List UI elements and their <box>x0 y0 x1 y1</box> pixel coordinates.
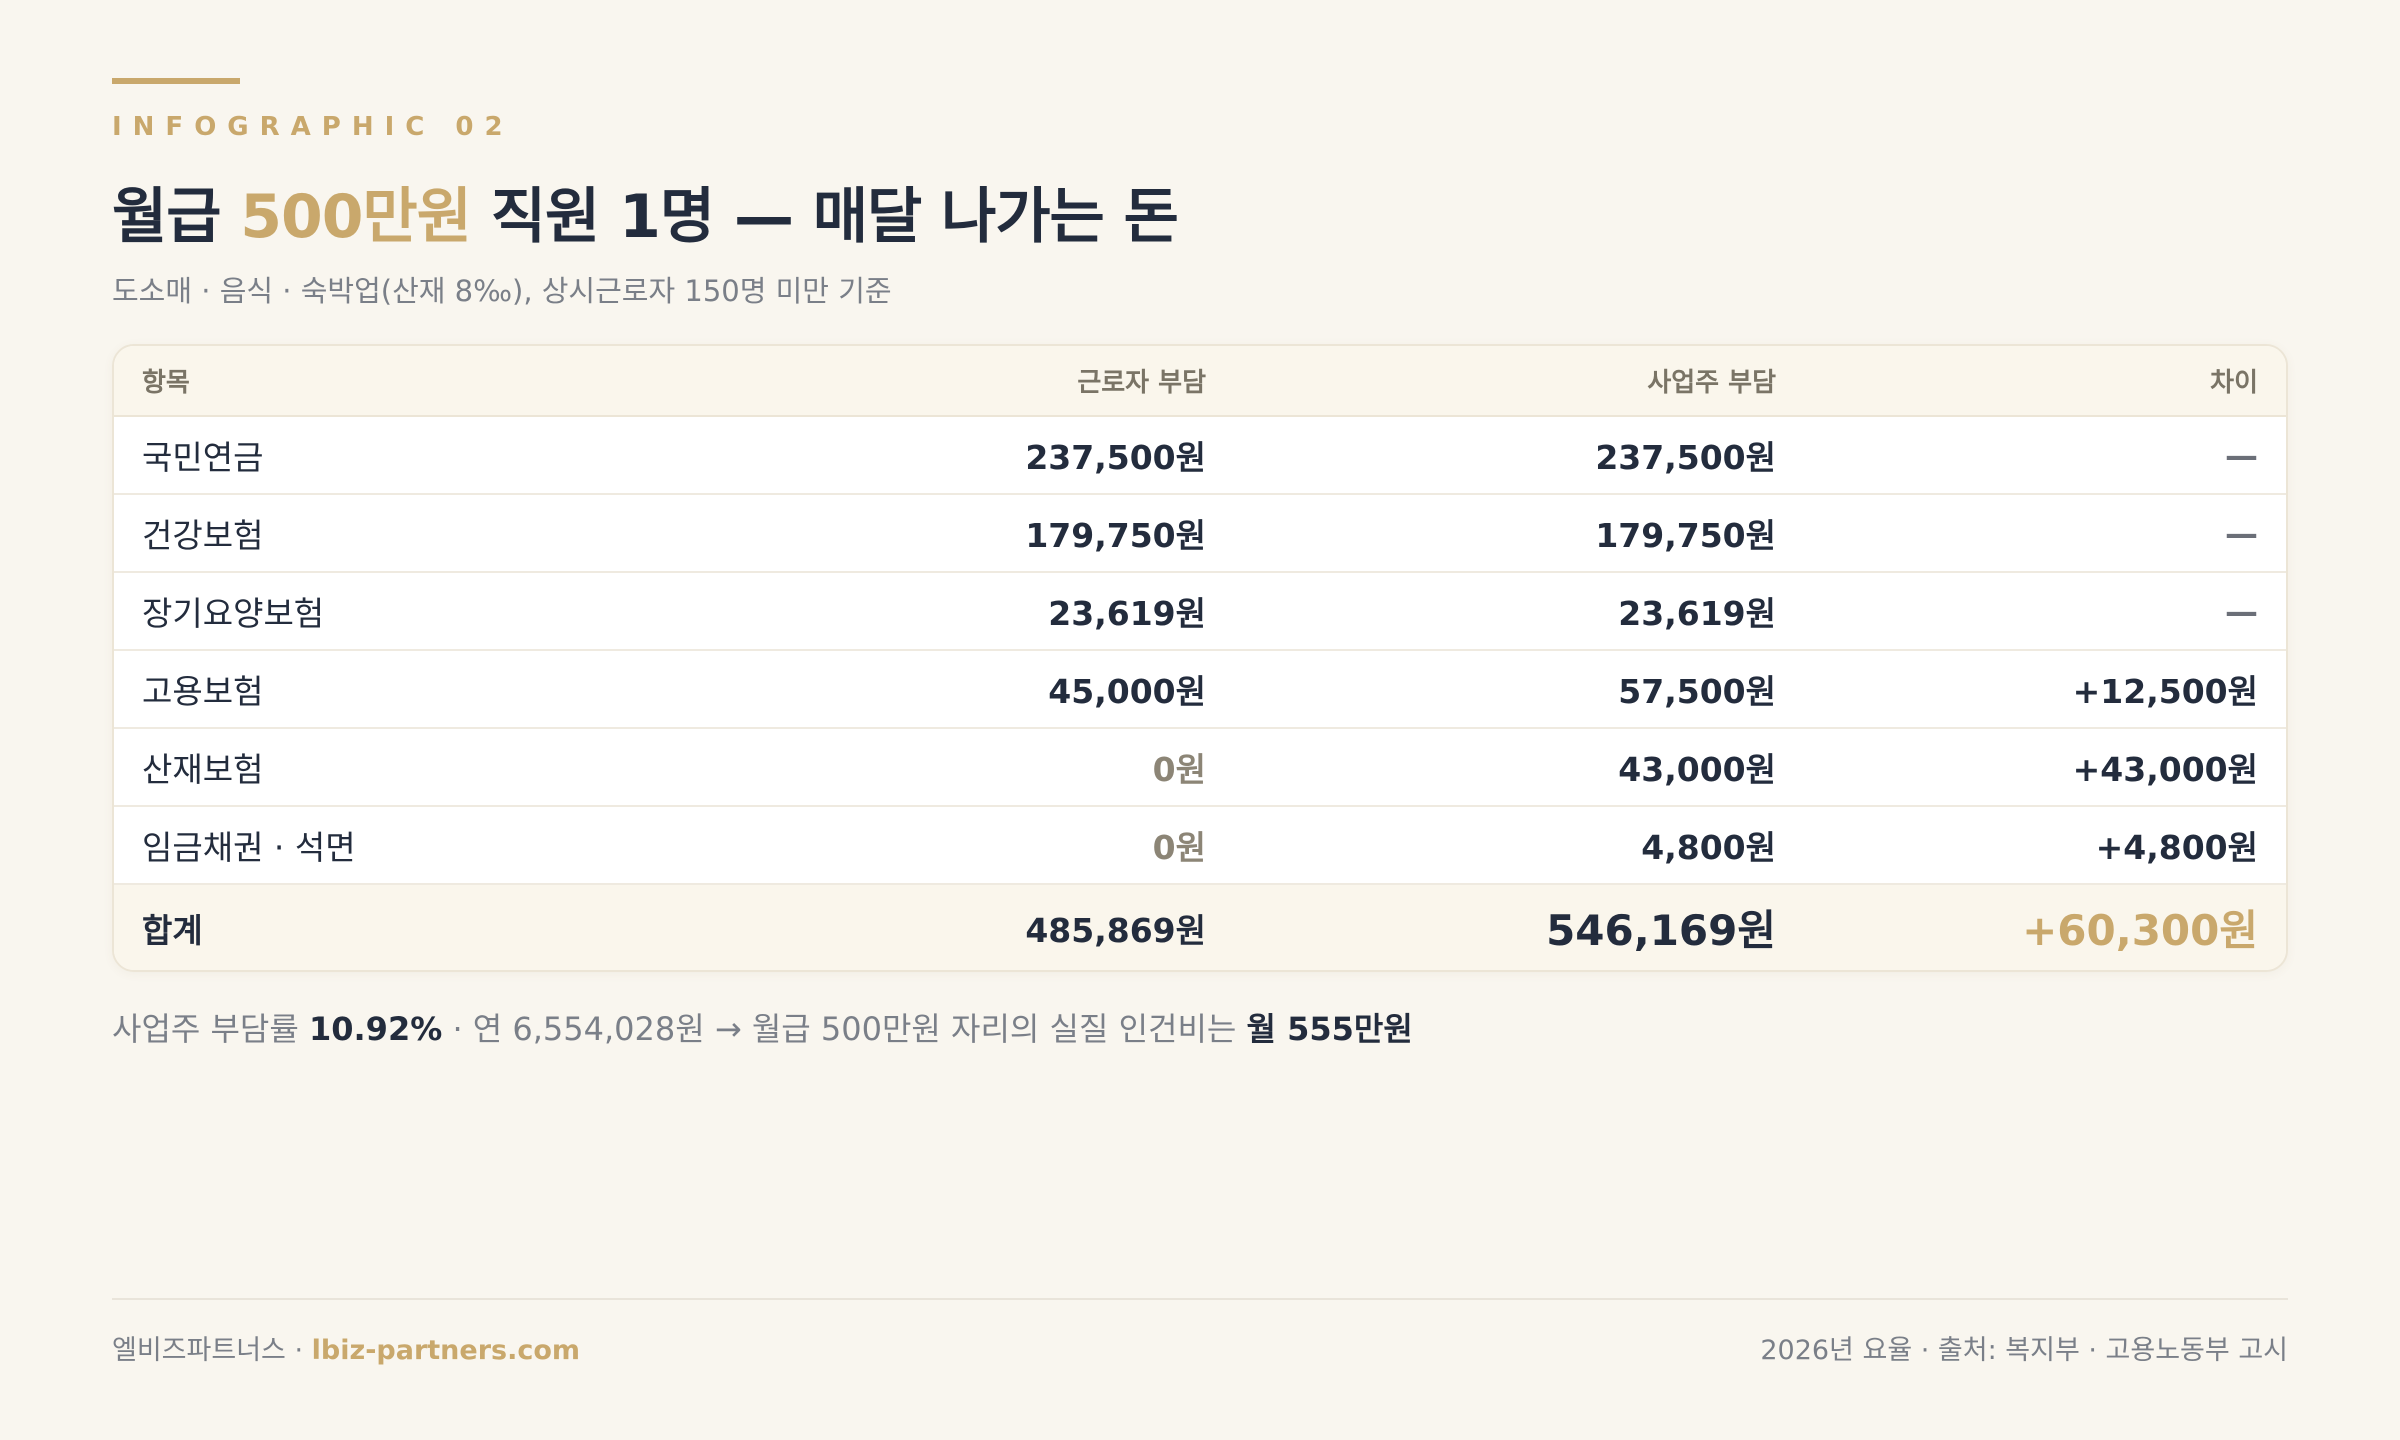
row-item: 국민연금 <box>114 416 634 495</box>
header-item: 항목 <box>114 346 634 417</box>
row-employer: 57,500원 <box>1234 650 1804 729</box>
row-diff: +43,000원 <box>1804 728 2286 807</box>
footer-divider <box>112 1298 2288 1300</box>
page-title: 월급 500만원 직원 1명 — 매달 나가는 돈 <box>112 168 1179 255</box>
header-worker: 근로자 부담 <box>634 346 1234 417</box>
row-item: 건강보험 <box>114 494 634 573</box>
row-worker: 237,500원 <box>634 416 1234 495</box>
infographic-page: INFOGRAPHIC 02 월급 500만원 직원 1명 — 매달 나가는 돈… <box>0 0 2400 1440</box>
insurance-table-card: 항목 근로자 부담 사업주 부담 차이 국민연금 237,500원 237,50… <box>112 344 2288 972</box>
table-row: 국민연금 237,500원 237,500원 — <box>114 416 2286 495</box>
row-item: 산재보험 <box>114 728 634 807</box>
row-worker: 23,619원 <box>634 572 1234 651</box>
row-diff: +4,800원 <box>1804 806 2286 885</box>
row-employer: 179,750원 <box>1234 494 1804 573</box>
header-diff: 차이 <box>1804 346 2286 417</box>
row-worker: 0원 <box>634 806 1234 885</box>
footer-brand: 엘비즈파트너스 · lbiz-partners.com <box>112 1328 580 1367</box>
summary-rate: 10.92% <box>308 1010 443 1048</box>
eyebrow-label: INFOGRAPHIC 02 <box>112 112 514 142</box>
table-row: 건강보험 179,750원 179,750원 — <box>114 494 2286 573</box>
row-worker: 0원 <box>634 728 1234 807</box>
table-row: 임금채권 · 석면 0원 4,800원 +4,800원 <box>114 806 2286 885</box>
row-employer: 23,619원 <box>1234 572 1804 651</box>
row-diff: — <box>1804 572 2286 651</box>
footer-site-link[interactable]: lbiz-partners.com <box>312 1335 580 1366</box>
row-diff: — <box>1804 494 2286 573</box>
footer-source: 2026년 요율 · 출처: 복지부 · 고용노동부 고시 <box>1760 1335 2288 1366</box>
table-header-row: 항목 근로자 부담 사업주 부담 차이 <box>114 346 2286 417</box>
row-diff: +12,500원 <box>1804 650 2286 729</box>
header-employer: 사업주 부담 <box>1234 346 1804 417</box>
summary-line: 사업주 부담률 10.92% · 연 6,554,028원 → 월급 500만원… <box>112 1004 1413 1050</box>
row-employer: 237,500원 <box>1234 416 1804 495</box>
title-part1: 월급 <box>112 182 241 252</box>
summary-part1: 사업주 부담률 <box>112 1010 309 1048</box>
total-item: 합계 <box>142 910 203 950</box>
insurance-table: 항목 근로자 부담 사업주 부담 차이 국민연금 237,500원 237,50… <box>114 346 2286 970</box>
row-employer: 4,800원 <box>1234 806 1804 885</box>
title-part2: 직원 1명 — 매달 나가는 돈 <box>470 182 1179 252</box>
total-diff: +60,300원 <box>2022 906 2258 955</box>
row-employer: 43,000원 <box>1234 728 1804 807</box>
accent-line <box>112 78 240 84</box>
table-row: 산재보험 0원 43,000원 +43,000원 <box>114 728 2286 807</box>
summary-monthly: 월 555만원 <box>1246 1010 1413 1048</box>
row-diff: — <box>1804 416 2286 495</box>
summary-part2: · 연 6,554,028원 → 월급 500만원 자리의 실질 인건비는 <box>442 1010 1247 1048</box>
table-row: 고용보험 45,000원 57,500원 +12,500원 <box>114 650 2286 729</box>
total-employer: 546,169원 <box>1546 906 1776 955</box>
title-highlight: 500만원 <box>240 182 472 252</box>
table-row: 장기요양보험 23,619원 23,619원 — <box>114 572 2286 651</box>
total-worker: 485,869원 <box>1025 910 1206 950</box>
page-subtitle: 도소매 · 음식 · 숙박업(산재 8‰), 상시근로자 150명 미만 기준 <box>112 274 892 308</box>
row-item: 고용보험 <box>114 650 634 729</box>
table-total-row: 합계 485,869원 546,169원 +60,300원 <box>114 884 2286 970</box>
row-item: 임금채권 · 석면 <box>114 806 634 885</box>
row-worker: 179,750원 <box>634 494 1234 573</box>
footer-brand-name: 엘비즈파트너스 · <box>112 1335 312 1366</box>
row-item: 장기요양보험 <box>114 572 634 651</box>
row-worker: 45,000원 <box>634 650 1234 729</box>
